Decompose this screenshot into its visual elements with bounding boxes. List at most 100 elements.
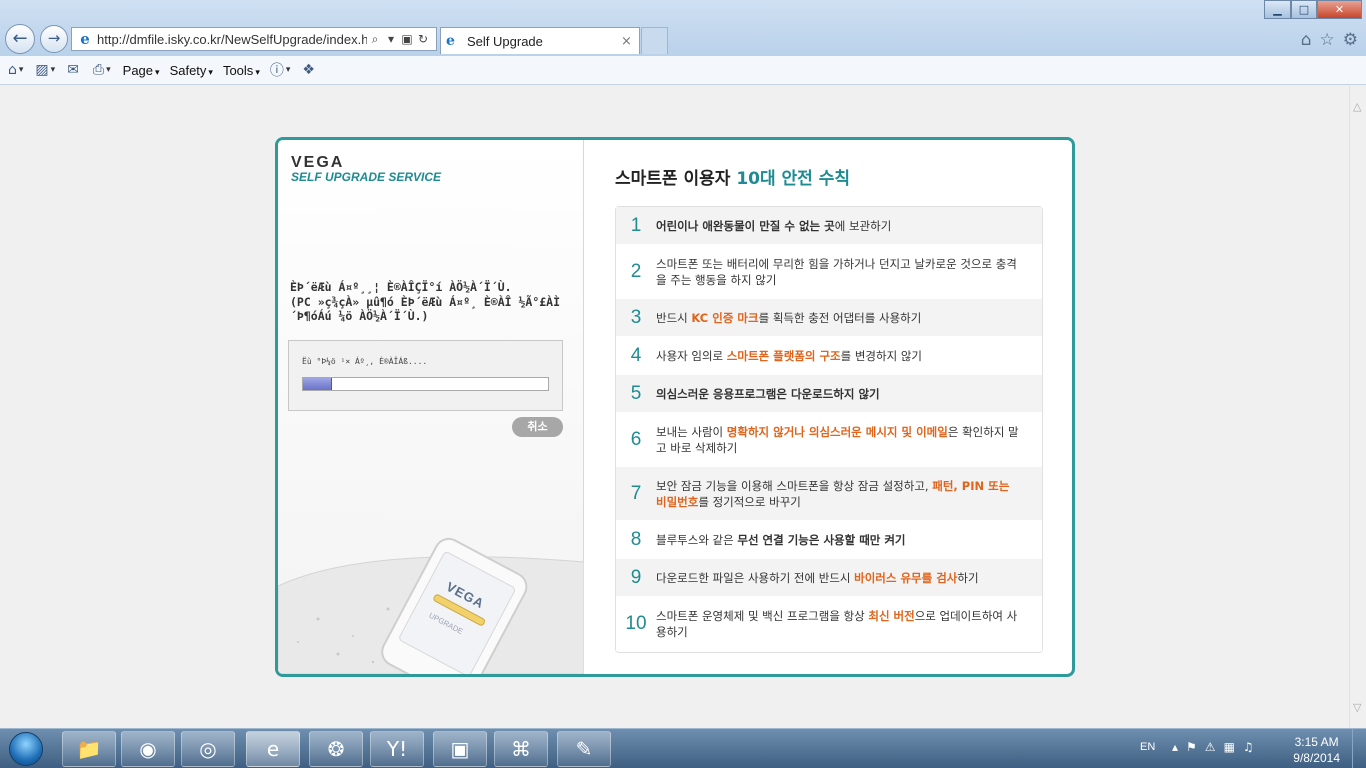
rule-text-part: 반드시 (656, 310, 692, 325)
rule-number: 2 (630, 260, 642, 282)
home-dropdown-icon[interactable]: ▾ (19, 65, 24, 75)
cancel-button[interactable]: 취소 (512, 417, 563, 437)
rss-feed-icon[interactable]: ▨ (35, 62, 48, 78)
rule-text-part: 사용자 임의로 (656, 348, 727, 363)
rule-highlight: KC 인증 마크 (691, 310, 759, 325)
security-icon[interactable]: ⚠ (1205, 740, 1224, 754)
mail-icon[interactable]: ✉ (67, 62, 79, 78)
volume-icon[interactable]: ♫ (1243, 740, 1262, 754)
rule-number: 6 (630, 428, 642, 450)
address-bar[interactable]: e http://dmfile.isky.co.kr/NewSelfUpgrad… (71, 27, 437, 51)
compatibility-view-icon[interactable]: ▣ (399, 32, 415, 46)
start-button[interactable] (3, 729, 47, 768)
network-icon[interactable]: ▦ (1224, 740, 1243, 754)
firefox-icon[interactable]: ◉ (121, 731, 175, 767)
rule-text-part: 스마트폰 또는 배터리에 무리한 힘을 가하거나 던지고 날카로운 것으로 충격… (656, 256, 1017, 287)
file-explorer-icon[interactable]: 📁 (62, 731, 116, 767)
rule-number: 10 (625, 612, 647, 634)
rule-text: 보내는 사람이 명확하지 않거나 의심스러운 메시지 및 이메일은 확인하지 말… (656, 424, 1042, 456)
ie-page-icon: e (80, 30, 90, 48)
forward-button[interactable]: → (40, 25, 68, 53)
rule-text-part: 스마트폰 운영체제 및 백신 프로그램을 항상 (656, 608, 869, 623)
paint-icon[interactable]: ✎ (557, 731, 611, 767)
research-icon[interactable]: ❖ (302, 62, 315, 78)
home-icon[interactable]: ⌂ (8, 62, 17, 78)
clock[interactable]: 3:15 AM 9/8/2014 (1293, 734, 1340, 766)
action-center-flag-icon[interactable]: ⚑ (1186, 740, 1205, 754)
rule-highlight: 스마트폰 플랫폼의 구조 (726, 348, 841, 363)
url-text[interactable]: http://dmfile.isky.co.kr/NewSelfUpgrade/… (97, 32, 367, 47)
help-dropdown-icon[interactable]: ▾ (286, 65, 291, 75)
print-icon[interactable]: ⎙ (93, 62, 104, 78)
refresh-icon[interactable]: ↻ (415, 32, 431, 46)
rule-highlight: 최신 버전 (868, 608, 915, 623)
dropdown-arrow-icon[interactable]: ▾ (383, 32, 399, 46)
rule-text-part: 의심스러운 응용프로그램은 다운로드하지 않기 (656, 386, 880, 401)
rule-number: 7 (630, 482, 642, 504)
clock-date: 9/8/2014 (1293, 751, 1340, 765)
vertical-scrollbar[interactable]: △ ▽ (1349, 86, 1366, 728)
language-indicator[interactable]: EN (1140, 741, 1155, 753)
tools-menu[interactable]: Tools ▾ (223, 63, 260, 78)
rule-highlight: 바이러스 유무를 검사 (854, 570, 958, 585)
network-computer-icon[interactable]: ▣ (433, 731, 487, 767)
feed-dropdown-icon[interactable]: ▾ (51, 65, 56, 75)
favorites-star-icon[interactable]: ☆ (1320, 30, 1335, 50)
gear-icon[interactable]: ⚙ (1343, 30, 1358, 50)
page-viewport: VEGA SELF UPGRADE SERVICE ÈÞ´ëÆù Á¤º¸¸¦ … (0, 86, 1349, 728)
rule-text: 의심스러운 응용프로그램은 다운로드하지 않기 (656, 386, 900, 402)
safety-rule: 7 보안 잠금 기능을 이용해 스마트폰을 항상 잠금 설정하고, 패턴, PIN… (616, 467, 1042, 521)
rule-number: 8 (630, 528, 642, 550)
print-dropdown-icon[interactable]: ▾ (106, 65, 111, 75)
command-bar: ⌂ ▾ ▨ ▾ ✉ ⎙ ▾ Page ▾ Safety ▾ Tools ▾ ⓘ ▾ ❖ (0, 56, 1366, 85)
rule-text-part: 를 정기적으로 바꾸기 (698, 494, 801, 509)
panel-title: 스마트폰 이용자 10대 안전 수칙 (615, 169, 851, 189)
safety-rule: 3 반드시 KC 인증 마크를 획득한 충전 어댑터를 사용하기 (616, 299, 1042, 337)
search-icon[interactable]: ⌕ (367, 32, 383, 47)
tray-icons: ▴⚑⚠▦♫ (1172, 740, 1262, 754)
home-icon[interactable]: ⌂ (1301, 30, 1312, 50)
maximize-button[interactable]: □ (1291, 0, 1317, 19)
rule-number: 3 (630, 306, 642, 328)
tab-self-upgrade[interactable]: e Self Upgrade × (440, 27, 640, 54)
new-tab-button[interactable] (641, 27, 668, 54)
clock-time: 3:15 AM (1294, 735, 1339, 749)
rule-text-part: 어린이나 애완동물이 만질 수 없는 곳 (656, 218, 835, 233)
page-menu[interactable]: Page ▾ (123, 63, 160, 78)
browser-toolbar-icons: ⌂ ☆ ⚙ (1301, 30, 1358, 50)
rule-text-part: 블루투스와 같은 (656, 532, 738, 547)
rule-text-part: 를 변경하지 않기 (840, 348, 922, 363)
help-icon[interactable]: ⓘ (270, 60, 284, 80)
safety-rule: 5 의심스러운 응용프로그램은 다운로드하지 않기 (616, 375, 1042, 413)
show-hidden-icons-icon[interactable]: ▴ (1172, 740, 1186, 754)
yahoo-messenger-icon[interactable]: Y! (370, 731, 424, 767)
rule-number: 1 (630, 214, 642, 236)
rule-text-part: 다운로드한 파일은 사용하기 전에 반드시 (656, 570, 855, 585)
safety-rule: 4 사용자 임의로 스마트폰 플랫폼의 구조를 변경하지 않기 (616, 337, 1042, 375)
rule-text-part: 에 보관하기 (834, 218, 892, 233)
scroll-down-icon[interactable]: ▽ (1353, 701, 1361, 714)
rule-text: 사용자 임의로 스마트폰 플랫폼의 구조를 변경하지 않기 (656, 348, 942, 364)
rule-text: 블루투스와 같은 무선 연결 기능은 사용할 때만 켜기 (656, 532, 926, 548)
back-button[interactable]: ← (5, 24, 35, 54)
windows-taskbar: 📁 ◉ ◎ e ❂ Y! ▣ ⌘ ✎ EN ▴⚑⚠▦♫ 3:15 AM 9/8/2014 (0, 728, 1366, 768)
minimize-button[interactable]: ▁ (1264, 0, 1291, 19)
green-app-icon[interactable]: ❂ (309, 731, 363, 767)
rule-text: 스마트폰 또는 배터리에 무리한 힘을 가하거나 던지고 날카로운 것으로 충격… (656, 256, 1042, 288)
scroll-up-icon[interactable]: △ (1353, 100, 1361, 113)
close-tab-icon[interactable]: × (621, 34, 639, 49)
rule-text-part: 하기 (957, 570, 979, 585)
xampp-icon[interactable]: ⌘ (494, 731, 548, 767)
safety-rule: 2 스마트폰 또는 배터리에 무리한 힘을 가하거나 던지고 날카로운 것으로 충… (616, 245, 1042, 299)
progress-caption: Ëù °Þ¼ö ¹× Áº¸, È®ÀÎÁß.... (302, 357, 428, 366)
progress-bar (302, 377, 549, 391)
window-controls: ▁ □ ✕ (1264, 0, 1362, 19)
rule-text-part: 보안 잠금 기능을 이용해 스마트폰을 항상 잠금 설정하고, (656, 478, 933, 493)
show-desktop-button[interactable] (1352, 729, 1366, 768)
safety-rule: 10 스마트폰 운영체제 및 백신 프로그램을 항상 최신 버전으로 업데이트하여… (616, 597, 1042, 651)
chrome-icon[interactable]: ◎ (181, 731, 235, 767)
safety-menu[interactable]: Safety ▾ (170, 63, 213, 78)
internet-explorer-icon[interactable]: e (246, 731, 300, 767)
close-window-button[interactable]: ✕ (1317, 0, 1362, 19)
safety-rule: 1 어린이나 애완동물이 만질 수 없는 곳에 보관하기 (616, 207, 1042, 245)
